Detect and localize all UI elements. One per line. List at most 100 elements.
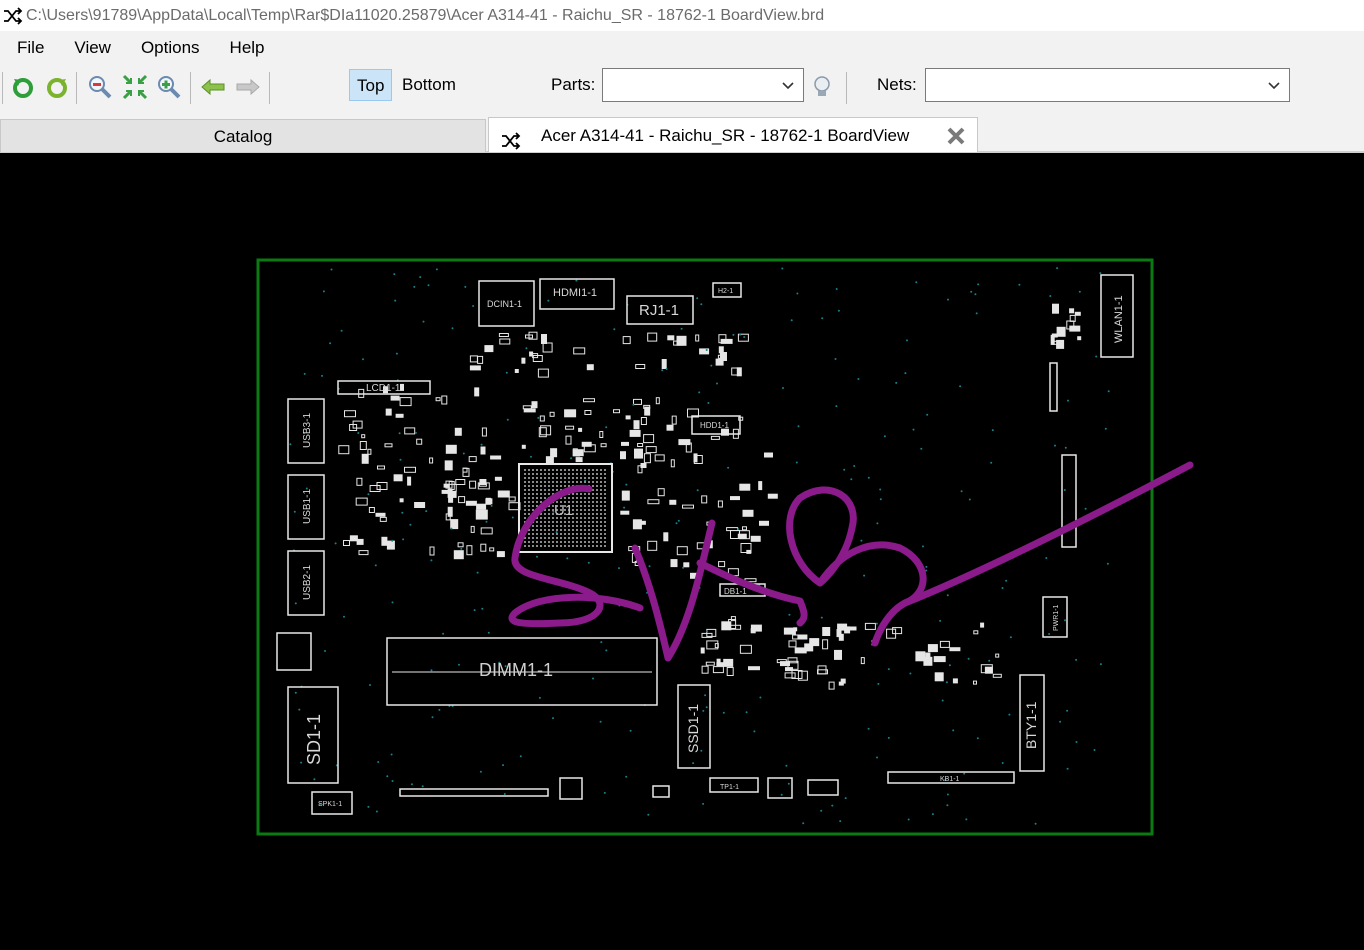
annotation-tail xyxy=(901,461,1194,607)
cpu-ball xyxy=(556,473,558,475)
cpu-ball xyxy=(580,517,582,519)
board-canvas[interactable]: DCIN1-1 HDMI1-1 RJ1-1 H2-1 LCD1-1 DIMM1-… xyxy=(0,153,1364,950)
cpu-ball xyxy=(524,473,526,475)
cpu-ball xyxy=(604,481,606,483)
cpu-ball xyxy=(532,469,534,471)
cpu-ball xyxy=(536,473,538,475)
nets-combo[interactable] xyxy=(925,68,1290,102)
cpu-ball xyxy=(596,529,598,531)
annotation-s xyxy=(508,484,644,628)
pad xyxy=(654,454,665,462)
pad xyxy=(723,658,734,667)
pad xyxy=(750,535,761,542)
cpu-ball xyxy=(588,517,590,519)
usb3-label: USB3-1 xyxy=(302,413,313,448)
tab-boardview[interactable]: Acer A314-41 - Raichu_SR - 18762-1 Board… xyxy=(488,117,978,152)
zoom-in-icon[interactable] xyxy=(155,73,183,101)
back-arrow-icon[interactable] xyxy=(199,73,227,101)
pad xyxy=(633,398,642,405)
pad xyxy=(514,369,519,373)
via xyxy=(395,352,398,355)
cpu-ball xyxy=(604,513,606,515)
zoom-out-icon[interactable] xyxy=(86,73,114,101)
lightbulb-icon[interactable] xyxy=(808,73,836,101)
via xyxy=(837,309,840,312)
pad xyxy=(1052,303,1059,314)
via xyxy=(959,385,962,388)
pad xyxy=(441,489,449,494)
cpu-ball xyxy=(536,493,538,495)
cpu-ball xyxy=(592,541,594,543)
fit-icon[interactable] xyxy=(121,73,149,101)
pad xyxy=(637,443,644,447)
pad xyxy=(381,536,388,546)
close-icon[interactable] xyxy=(945,124,967,146)
cpu-ball xyxy=(580,537,582,539)
pad xyxy=(647,499,660,505)
cpu-ball xyxy=(556,485,558,487)
cpu-ball xyxy=(548,485,550,487)
pad xyxy=(584,410,592,415)
cpu-ball xyxy=(592,481,594,483)
cpu-ball xyxy=(544,545,546,547)
via xyxy=(975,312,978,315)
cpu-ball xyxy=(524,513,526,515)
dimm-label: DIMM1-1 xyxy=(479,660,553,680)
pad xyxy=(445,444,457,454)
menu-options[interactable]: Options xyxy=(124,31,213,65)
cpu-ball xyxy=(588,525,590,527)
cpu-ball xyxy=(596,469,598,471)
pad xyxy=(466,545,473,556)
via xyxy=(875,622,878,625)
pad xyxy=(395,413,404,418)
via xyxy=(419,276,422,279)
rotate-left-icon[interactable] xyxy=(9,73,37,101)
kb-label: KB1-1 xyxy=(940,776,960,783)
cpu-ball xyxy=(596,481,598,483)
menu-view[interactable]: View xyxy=(57,31,124,65)
rotate-right-icon[interactable] xyxy=(43,73,71,101)
cpu-ball xyxy=(544,533,546,535)
pad xyxy=(368,507,375,513)
cpu-ball xyxy=(584,525,586,527)
via xyxy=(867,727,870,730)
cpu-ball xyxy=(560,477,562,479)
via xyxy=(931,813,934,816)
via xyxy=(587,561,590,564)
pad xyxy=(497,490,510,498)
menu-help[interactable]: Help xyxy=(213,31,278,65)
cpu-ball xyxy=(596,525,598,527)
via xyxy=(409,523,412,526)
via xyxy=(511,516,514,519)
via xyxy=(394,299,397,302)
cpu-ball xyxy=(548,541,550,543)
cpu-ball xyxy=(592,485,594,487)
via xyxy=(857,378,860,380)
pad xyxy=(522,405,532,410)
pad xyxy=(379,516,387,522)
cpu-ball xyxy=(524,505,526,507)
cpu-ball xyxy=(600,481,602,483)
forward-arrow-icon[interactable] xyxy=(234,73,262,101)
via xyxy=(976,737,979,740)
bottom-view-button[interactable]: Bottom xyxy=(395,69,463,101)
via xyxy=(600,641,603,644)
cpu-ball xyxy=(560,545,562,547)
pad xyxy=(480,543,487,552)
pad xyxy=(632,519,642,530)
cpu-ball xyxy=(572,545,574,547)
cpu-ball xyxy=(552,525,554,527)
pad xyxy=(822,627,831,636)
pad xyxy=(710,435,720,440)
menu-file[interactable]: File xyxy=(0,31,57,65)
pad xyxy=(635,364,646,369)
via xyxy=(340,329,343,332)
cpu-ball xyxy=(528,469,530,471)
tab-catalog[interactable]: Catalog xyxy=(0,119,486,152)
parts-combo[interactable] xyxy=(602,68,804,102)
cpu-ball xyxy=(568,537,570,539)
via xyxy=(422,320,425,323)
pad xyxy=(629,429,641,437)
via xyxy=(570,457,573,460)
top-view-button[interactable]: Top xyxy=(349,69,393,101)
